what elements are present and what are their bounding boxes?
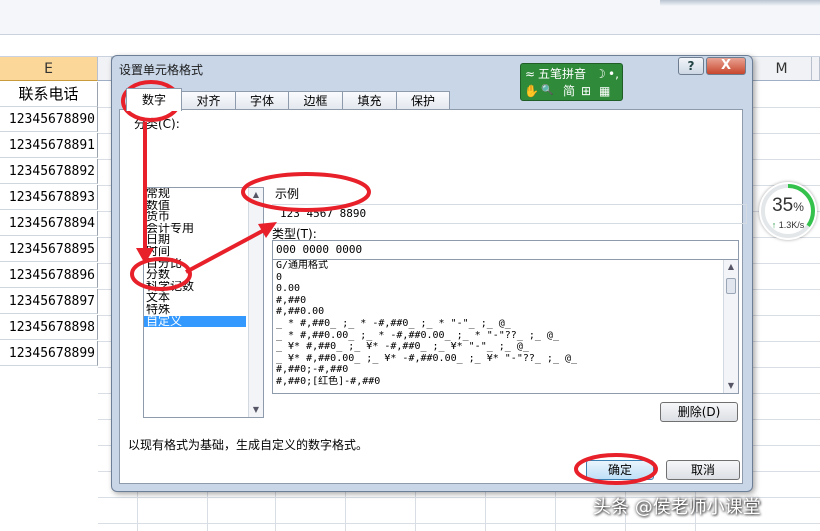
ime-toggle-icon[interactable]: ≈ <box>525 66 535 82</box>
search-icon[interactable]: 🔍 <box>541 83 553 99</box>
phone-cell[interactable]: 12345678897 <box>0 289 98 314</box>
formula-bar[interactable] <box>0 35 820 57</box>
category-list[interactable]: 常规 数值 货币 会计专用 日期 时间 百分比 分数 科学记数 文本 特殊 自定义 ▲ ▼ <box>143 187 264 418</box>
phone-cell[interactable]: 12345678891 <box>0 133 98 158</box>
category-item[interactable]: 货币 <box>144 211 246 223</box>
column-header-e[interactable]: E <box>0 57 98 81</box>
tab-2[interactable]: 字体 <box>235 91 289 110</box>
phone-cell[interactable]: 12345678892 <box>0 159 98 184</box>
format-code-item[interactable]: 0.00 <box>273 283 738 295</box>
category-scrollbar[interactable]: ▲ ▼ <box>248 188 263 417</box>
simplified-label[interactable]: 简 <box>563 83 575 99</box>
phone-cell[interactable]: 12345678895 <box>0 237 98 262</box>
ribbon-area <box>0 0 820 35</box>
column-header-m[interactable]: M <box>752 57 812 81</box>
watermark: 头条 @侯老师小课堂 <box>593 497 761 518</box>
format-code-item[interactable]: _ * #,##0_ ;_ * -#,##0_ ;_ * "-"_ ;_ @_ <box>273 318 738 330</box>
punctuation-icon[interactable]: •, <box>608 66 619 82</box>
format-code-list[interactable]: G/通用格式 0 0.00 #,##0 #,##0.00 _ * #,##0_ ;_ * … <box>272 260 739 394</box>
delete-button[interactable]: 删除(D) <box>660 402 738 422</box>
category-item[interactable]: 常规 <box>144 188 246 200</box>
close-button[interactable]: X <box>706 57 746 75</box>
category-item[interactable]: 日期 <box>144 234 246 246</box>
format-code-item[interactable]: _ ¥* #,##0_ ;_ ¥* -#,##0_ ;_ ¥* "-"_ ;_ … <box>273 341 738 353</box>
ime-row-1: ≈ 五笔拼音 ☽ •, <box>521 66 622 82</box>
category-item[interactable]: 会计专用 <box>144 223 246 235</box>
scroll-down-icon[interactable]: ▼ <box>249 403 263 417</box>
scroll-up-icon[interactable]: ▲ <box>249 188 263 202</box>
description-text: 以现有格式为基础，生成自定义的数字格式。 <box>128 438 369 452</box>
scroll-down-icon[interactable]: ▼ <box>724 379 738 393</box>
phone-cell[interactable]: 12345678890 <box>0 107 98 132</box>
sample-value: 123 4567 8890 <box>272 204 747 224</box>
help-button[interactable]: ? <box>678 57 704 75</box>
scroll-thumb[interactable] <box>726 278 736 294</box>
header-cell-phone[interactable]: 联系电话 <box>0 82 98 107</box>
speed-percent: 35% <box>772 195 804 216</box>
phone-cell[interactable]: 12345678898 <box>0 315 98 340</box>
category-label: 分类(C): <box>134 117 180 131</box>
format-code-item[interactable]: _ * #,##0.00_ ;_ * -#,##0.00_ ;_ * "-"??… <box>273 330 738 342</box>
phone-cell[interactable]: 12345678899 <box>0 341 98 366</box>
category-item[interactable]: 时间 <box>144 246 246 258</box>
type-input[interactable]: 000 0000 0000 <box>272 240 739 260</box>
scroll-up-icon[interactable]: ▲ <box>724 260 738 274</box>
format-code-item[interactable]: #,##0 <box>273 295 738 307</box>
category-item[interactable]: 分数 <box>144 269 246 281</box>
category-item[interactable]: 自定义 <box>144 315 246 328</box>
tab-5[interactable]: 保护 <box>396 91 450 110</box>
phone-cell[interactable]: 12345678893 <box>0 185 98 210</box>
format-code-item[interactable]: #,##0;-#,##0 <box>273 364 738 376</box>
category-item[interactable]: 科学记数 <box>144 281 246 293</box>
ok-button[interactable]: 确定 <box>586 460 654 480</box>
cancel-button[interactable]: 取消 <box>666 460 740 480</box>
format-cells-dialog: 设置单元格格式 ? X 数字 对齐 字体 边框 填充 保护 分类(C): 常规 数值 货币 会计… <box>111 55 753 492</box>
ime-row-2: ✋ 🔍 简 ⊞ ▦ <box>521 83 622 99</box>
phone-cell[interactable]: 12345678896 <box>0 263 98 288</box>
format-code-item[interactable]: 0 <box>273 272 738 284</box>
category-item[interactable]: 百分比 <box>144 258 246 270</box>
tab-1[interactable]: 对齐 <box>181 91 236 110</box>
ime-mode-label[interactable]: 五笔拼音 <box>538 66 586 82</box>
category-item[interactable]: 文本 <box>144 292 246 304</box>
column-header-f[interactable] <box>98 57 112 81</box>
dialog-title: 设置单元格格式 <box>119 63 204 77</box>
column-header-n[interactable] <box>812 57 820 81</box>
ime-toolbar[interactable]: ≈ 五笔拼音 ☽ •, ✋ 🔍 简 ⊞ ▦ <box>520 63 623 101</box>
keyboard-icon[interactable]: ▦ <box>599 83 610 99</box>
category-item[interactable]: 数值 <box>144 200 246 212</box>
grid-icon[interactable]: ⊞ <box>581 83 591 99</box>
hand-icon[interactable]: ✋ <box>524 83 539 99</box>
format-scrollbar[interactable]: ▲ ▼ <box>723 260 738 393</box>
moon-icon[interactable]: ☽ <box>595 66 606 82</box>
format-code-items: G/通用格式 0 0.00 #,##0 #,##0.00 _ * #,##0_ ;_ * … <box>273 260 738 388</box>
phone-cell[interactable]: 12345678894 <box>0 211 98 236</box>
tab-4[interactable]: 填充 <box>342 91 397 110</box>
net-speed-widget[interactable]: 35% ↑ 1.3K/s <box>759 182 817 240</box>
tab-0[interactable]: 数字 <box>126 88 182 111</box>
format-code-item[interactable]: G/通用格式 <box>273 260 738 272</box>
tab-3[interactable]: 边框 <box>288 91 343 110</box>
category-item[interactable]: 特殊 <box>144 304 246 316</box>
format-code-item[interactable]: #,##0;[红色]-#,##0 <box>273 376 738 388</box>
speed-rate: ↑ 1.3K/s <box>771 220 805 230</box>
format-code-item[interactable]: #,##0.00 <box>273 306 738 318</box>
format-code-item[interactable]: _ ¥* #,##0.00_ ;_ ¥* -#,##0.00_ ;_ ¥* "-… <box>273 353 738 365</box>
sample-label: 示例 <box>275 187 300 201</box>
dialog-body: 分类(C): 常规 数值 货币 会计专用 日期 时间 百分比 分数 科学记数 文本 特殊 自定义 ▲ … <box>119 109 747 484</box>
upload-arrow-icon: ↑ <box>771 220 777 230</box>
category-items: 常规 数值 货币 会计专用 日期 时间 百分比 分数 科学记数 文本 特殊 自定义 <box>144 188 263 328</box>
